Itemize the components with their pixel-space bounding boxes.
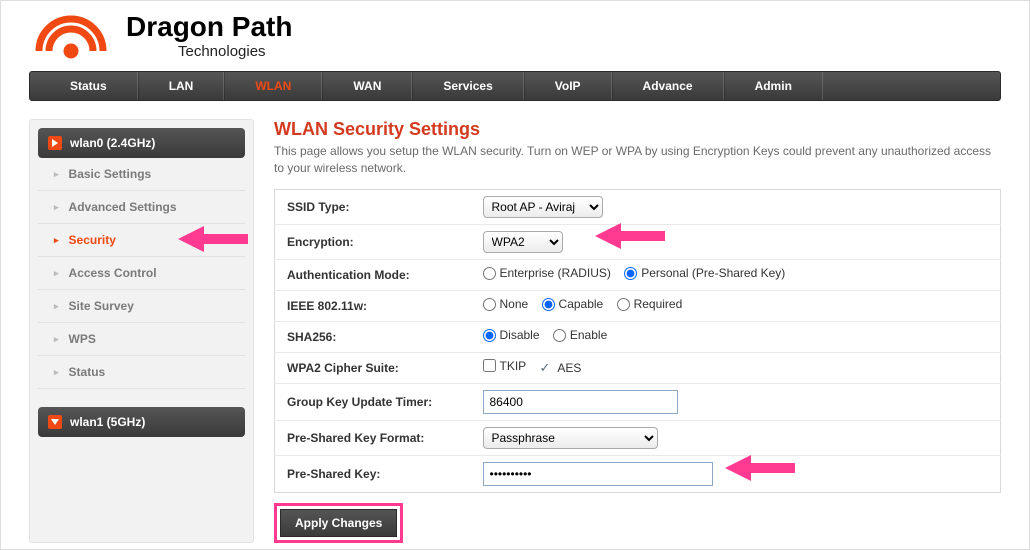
logo-icon xyxy=(31,11,111,61)
nav-services[interactable]: Services xyxy=(412,72,523,100)
psk-input[interactable] xyxy=(483,462,713,486)
nav-wlan[interactable]: WLAN xyxy=(224,72,322,100)
sidebar-item-advanced-settings[interactable]: ▸ Advanced Settings xyxy=(38,191,245,224)
header: Dragon Path Technologies xyxy=(1,1,1029,66)
content: wlan0 (2.4GHz) ▸ Basic Settings ▸ Advanc… xyxy=(1,101,1029,543)
triangle-icon: ▸ xyxy=(54,268,59,279)
cipher-tkip-option[interactable]: TKIP xyxy=(483,359,527,373)
triangle-icon: ▸ xyxy=(54,301,59,312)
triangle-icon: ▸ xyxy=(54,235,59,246)
sidebar-head-label: wlan0 (2.4GHz) xyxy=(70,136,155,150)
ssid-type-select[interactable]: Root AP - Aviraj xyxy=(483,196,603,218)
sidebar-item-label: WPS xyxy=(69,332,96,346)
sidebar-item-access-control[interactable]: ▸ Access Control xyxy=(38,257,245,290)
brand-subtitle: Technologies xyxy=(178,43,292,60)
auth-personal-option[interactable]: Personal (Pre-Shared Key) xyxy=(624,266,785,280)
label-sha256: SHA256: xyxy=(275,321,475,352)
brand-title: Dragon Path xyxy=(126,13,292,41)
group-key-input[interactable] xyxy=(483,390,678,414)
row-psk-format: Pre-Shared Key Format: Passphrase xyxy=(275,420,1001,455)
nav-admin[interactable]: Admin xyxy=(724,72,823,100)
sidebar-head-label: wlan1 (5GHz) xyxy=(70,415,145,429)
apply-changes-button[interactable]: Apply Changes xyxy=(280,509,397,537)
sidebar-head-wlan0[interactable]: wlan0 (2.4GHz) xyxy=(38,128,245,158)
sidebar-group-wlan0: wlan0 (2.4GHz) ▸ Basic Settings ▸ Advanc… xyxy=(38,128,245,389)
nav-status[interactable]: Status xyxy=(30,72,138,100)
ieee-capable-option[interactable]: Capable xyxy=(542,297,604,311)
settings-table: SSID Type: Root AP - Aviraj Encryption: … xyxy=(274,189,1001,493)
sidebar-item-status[interactable]: ▸ Status xyxy=(38,356,245,389)
sha-enable-radio[interactable] xyxy=(553,329,566,342)
label-psk-format: Pre-Shared Key Format: xyxy=(275,420,475,455)
apply-highlight: Apply Changes xyxy=(274,503,403,543)
ieee-required-option[interactable]: Required xyxy=(617,297,683,311)
sidebar-group-wlan1: wlan1 (5GHz) xyxy=(38,407,245,437)
cipher-tkip-checkbox[interactable] xyxy=(483,359,496,372)
sidebar-item-site-survey[interactable]: ▸ Site Survey xyxy=(38,290,245,323)
sidebar: wlan0 (2.4GHz) ▸ Basic Settings ▸ Advanc… xyxy=(29,119,254,543)
sha-disable-radio[interactable] xyxy=(483,329,496,342)
cipher-aes-option: ✓ AES xyxy=(540,360,582,376)
row-auth-mode: Authentication Mode: Enterprise (RADIUS)… xyxy=(275,259,1001,290)
label-auth-mode: Authentication Mode: xyxy=(275,259,475,290)
sidebar-item-label: Site Survey xyxy=(69,299,134,313)
sidebar-item-label: Advanced Settings xyxy=(69,200,177,214)
row-cipher: WPA2 Cipher Suite: TKIP ✓ AES xyxy=(275,352,1001,383)
encryption-select[interactable]: WPA2 xyxy=(483,231,563,253)
row-encryption: Encryption: WPA2 xyxy=(275,224,1001,259)
annotation-arrow-icon xyxy=(595,223,665,249)
sidebar-item-label: Basic Settings xyxy=(69,167,152,181)
sidebar-item-wps[interactable]: ▸ WPS xyxy=(38,323,245,356)
triangle-icon: ▸ xyxy=(54,202,59,213)
label-ieee80211w: IEEE 802.11w: xyxy=(275,290,475,321)
row-ieee80211w: IEEE 802.11w: None Capable Required xyxy=(275,290,1001,321)
triangle-icon: ▸ xyxy=(54,169,59,180)
sidebar-item-label: Security xyxy=(69,233,116,247)
row-sha256: SHA256: Disable Enable xyxy=(275,321,1001,352)
triangle-icon: ▸ xyxy=(54,367,59,378)
sidebar-item-label: Status xyxy=(69,365,106,379)
sidebar-item-security[interactable]: ▸ Security xyxy=(38,224,245,257)
check-icon: ✓ xyxy=(540,360,551,376)
auth-enterprise-option[interactable]: Enterprise (RADIUS) xyxy=(483,266,611,280)
sidebar-head-wlan1[interactable]: wlan1 (5GHz) xyxy=(38,407,245,437)
auth-enterprise-radio[interactable] xyxy=(483,267,496,280)
nav-voip[interactable]: VoIP xyxy=(524,72,612,100)
psk-format-select[interactable]: Passphrase xyxy=(483,427,658,449)
ieee-capable-radio[interactable] xyxy=(542,298,555,311)
ieee-none-option[interactable]: None xyxy=(483,297,529,311)
ieee-none-radio[interactable] xyxy=(483,298,496,311)
label-cipher: WPA2 Cipher Suite: xyxy=(275,352,475,383)
chevron-down-icon xyxy=(48,415,62,429)
row-ssid-type: SSID Type: Root AP - Aviraj xyxy=(275,189,1001,224)
main: WLAN Security Settings This page allows … xyxy=(274,119,1001,543)
annotation-arrow-icon xyxy=(178,226,248,252)
auth-personal-radio[interactable] xyxy=(624,267,637,280)
sidebar-item-label: Access Control xyxy=(69,266,157,280)
sidebar-item-basic-settings[interactable]: ▸ Basic Settings xyxy=(38,158,245,191)
row-psk: Pre-Shared Key: xyxy=(275,455,1001,492)
nav-advance[interactable]: Advance xyxy=(612,72,724,100)
sha-disable-option[interactable]: Disable xyxy=(483,328,540,342)
chevron-right-icon xyxy=(48,136,62,150)
annotation-arrow-icon xyxy=(725,455,795,481)
nav-lan[interactable]: LAN xyxy=(138,72,225,100)
ieee-required-radio[interactable] xyxy=(617,298,630,311)
label-psk: Pre-Shared Key: xyxy=(275,455,475,492)
label-ssid-type: SSID Type: xyxy=(275,189,475,224)
sha-enable-option[interactable]: Enable xyxy=(553,328,607,342)
nav-wan[interactable]: WAN xyxy=(322,72,412,100)
page-title: WLAN Security Settings xyxy=(274,119,1001,140)
brand-block: Dragon Path Technologies xyxy=(126,13,292,60)
page-description: This page allows you setup the WLAN secu… xyxy=(274,143,1001,177)
label-group-key: Group Key Update Timer: xyxy=(275,383,475,420)
triangle-icon: ▸ xyxy=(54,334,59,345)
row-group-key: Group Key Update Timer: xyxy=(275,383,1001,420)
top-nav: Status LAN WLAN WAN Services VoIP Advanc… xyxy=(29,71,1001,101)
label-encryption: Encryption: xyxy=(275,224,475,259)
